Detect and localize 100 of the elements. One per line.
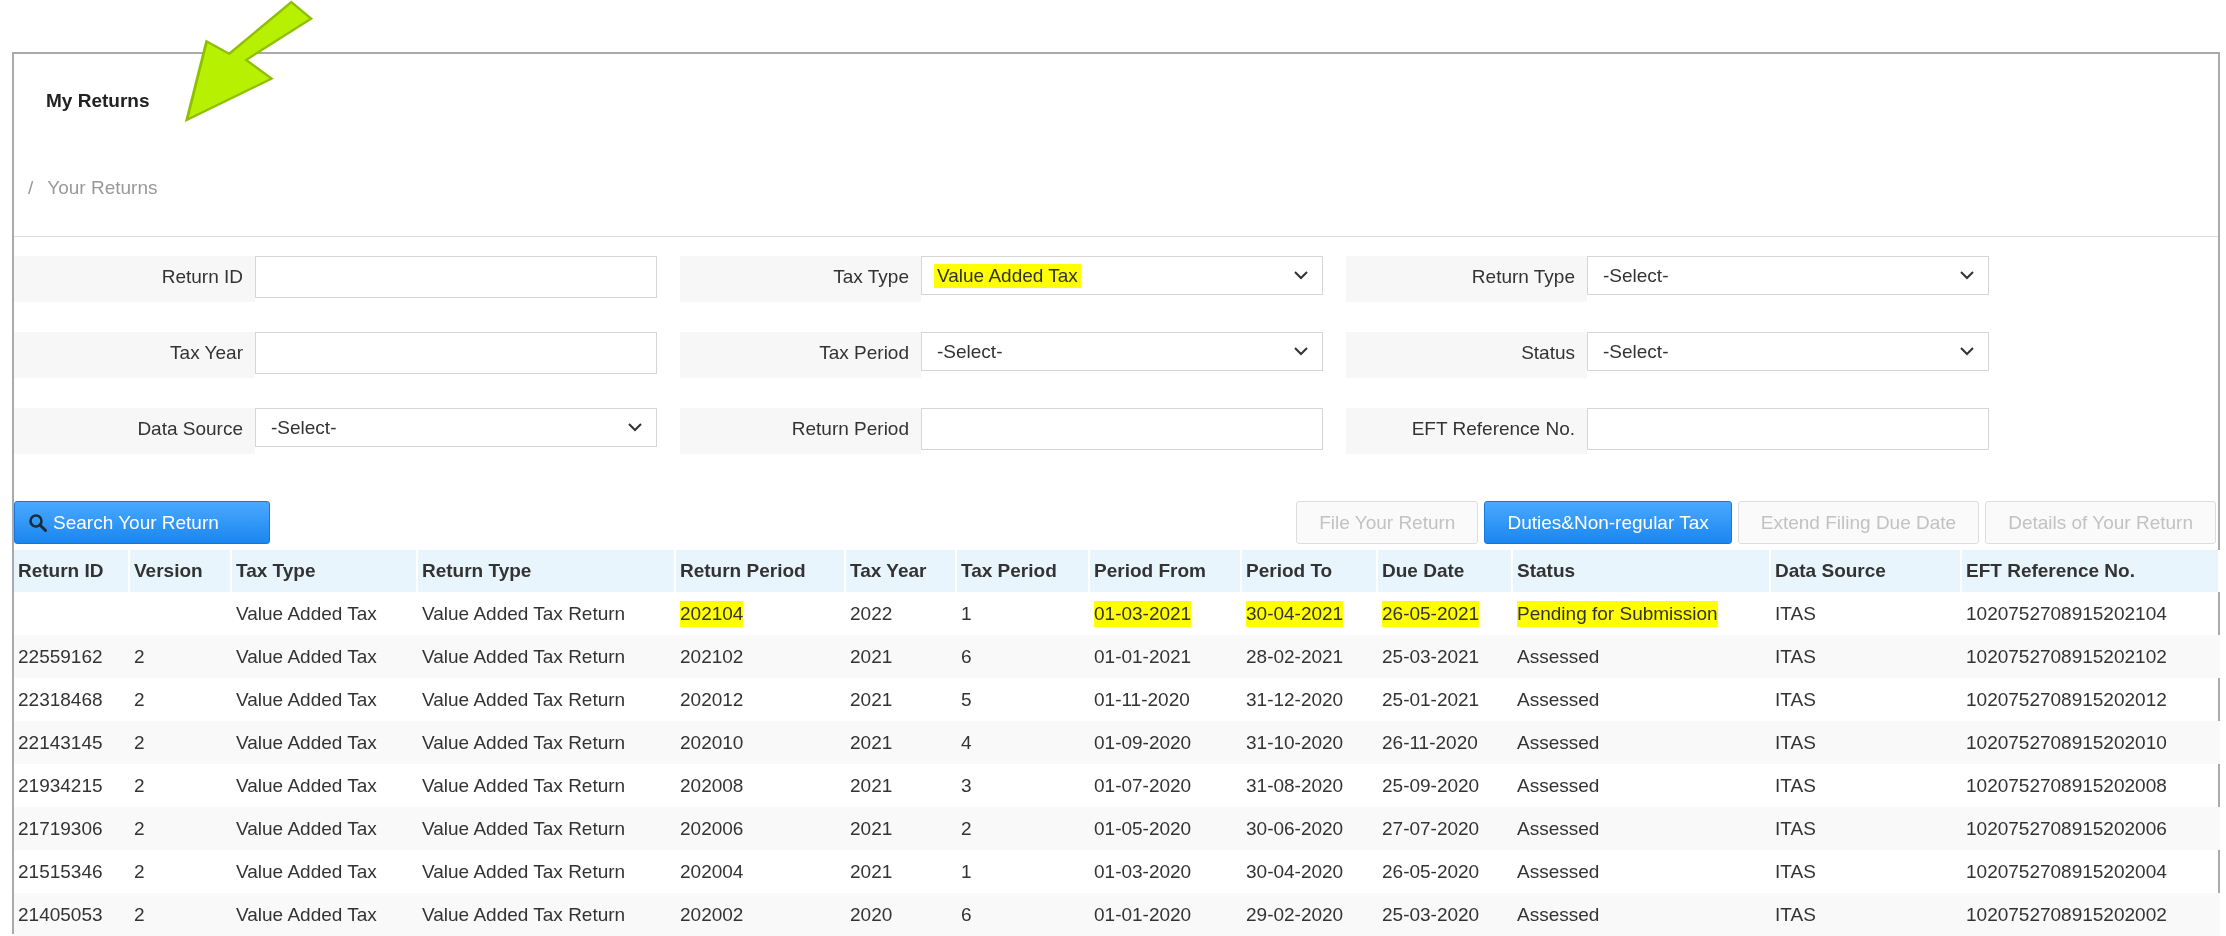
table-cell: 3 — [961, 774, 972, 797]
column-header: Return Type — [418, 550, 676, 592]
table-cell: 22559162 — [18, 645, 103, 668]
table-cell: Assessed — [1517, 860, 1600, 883]
table-cell: ITAS — [1775, 817, 1816, 840]
dropdown-field[interactable]: -Select- — [921, 332, 1323, 371]
table-cell: 202004 — [680, 860, 744, 883]
table-cell: 202104 — [680, 600, 744, 627]
dropdown-field[interactable]: -Select- — [1587, 256, 1989, 295]
table-cell: ITAS — [1775, 860, 1816, 883]
table-cell: ITAS — [1775, 731, 1816, 754]
table-cell: 21405053 — [18, 903, 103, 926]
table-cell: 21719306 — [18, 817, 103, 840]
column-header: Due Date — [1378, 550, 1513, 592]
table-cell: 6 — [961, 903, 972, 926]
table-cell: 30-06-2020 — [1246, 817, 1344, 840]
table-cell: 2 — [134, 688, 145, 711]
table-cell: Value Added Tax — [236, 817, 377, 840]
dropdown-field[interactable]: -Select- — [1587, 332, 1989, 371]
table-cell: 1020752708915202002 — [1966, 903, 2167, 926]
table-cell: 25-03-2020 — [1382, 903, 1480, 926]
table-cell: 1 — [961, 602, 972, 625]
field-label: Tax Type — [680, 256, 921, 302]
column-header: Period From — [1090, 550, 1242, 592]
table-cell: 6 — [961, 645, 972, 668]
table-cell: Value Added Tax Return — [422, 602, 626, 625]
column-header: Status — [1513, 550, 1771, 592]
table-cell: 01-01-2020 — [1094, 903, 1192, 926]
table-cell: 25-03-2021 — [1382, 645, 1480, 668]
table-cell: 202010 — [680, 731, 744, 754]
breadcrumb-separator: / — [28, 177, 34, 200]
table-cell: Value Added Tax — [236, 903, 377, 926]
table-cell: 202006 — [680, 817, 744, 840]
field-label: Return Type — [1346, 256, 1587, 302]
table-cell: 2 — [134, 903, 145, 926]
page-title: My Returns — [45, 89, 150, 111]
table-cell: 2 — [134, 817, 145, 840]
table-cell: Value Added Tax — [236, 731, 377, 754]
action-button[interactable]: Duties&Non-regular Tax — [1484, 501, 1732, 544]
table-cell: ITAS — [1775, 774, 1816, 797]
table-cell: ITAS — [1775, 602, 1816, 625]
table-cell: 2 — [134, 860, 145, 883]
table-cell: 1020752708915202102 — [1966, 645, 2167, 668]
table-cell: 4 — [961, 731, 972, 754]
field-label: EFT Reference No. — [1346, 408, 1587, 454]
chevron-down-icon — [1294, 271, 1308, 280]
column-header: Return Period — [676, 550, 846, 592]
input-field[interactable] — [1587, 408, 1989, 450]
table-cell: 22143145 — [18, 731, 103, 754]
table-cell: Value Added Tax — [236, 774, 377, 797]
chevron-down-icon — [1294, 347, 1308, 356]
table-cell: Value Added Tax Return — [422, 774, 626, 797]
dropdown-field[interactable]: -Select- — [255, 408, 657, 447]
table-cell: 1 — [961, 860, 972, 883]
table-cell: Assessed — [1517, 774, 1600, 797]
chevron-down-icon — [1960, 347, 1974, 356]
table-cell: 21934215 — [18, 774, 103, 797]
table-cell: 2021 — [850, 731, 893, 754]
search-icon — [29, 513, 47, 532]
breadcrumb-item[interactable]: Your Returns — [47, 177, 158, 201]
table-cell: 202012 — [680, 688, 744, 711]
table-cell: Value Added Tax — [236, 688, 377, 711]
table-cell: 2021 — [850, 688, 893, 711]
column-header: Tax Type — [232, 550, 418, 592]
table-cell: 2020 — [850, 903, 893, 926]
table-cell: 21515346 — [18, 860, 103, 883]
table-cell: 27-07-2020 — [1382, 817, 1480, 840]
field-label: Return Period — [680, 408, 921, 454]
table-cell: 31-08-2020 — [1246, 774, 1344, 797]
column-header: Tax Year — [846, 550, 957, 592]
table-cell: 2 — [134, 774, 145, 797]
input-field[interactable] — [255, 256, 657, 298]
table-cell: 28-02-2021 — [1246, 645, 1344, 668]
input-field[interactable] — [255, 332, 657, 374]
table-cell: 2 — [134, 731, 145, 754]
column-header: Version — [130, 550, 232, 592]
column-header: Tax Period — [957, 550, 1090, 592]
chevron-down-icon — [1960, 271, 1974, 280]
table-cell: Pending for Submission — [1517, 600, 1718, 627]
search-button[interactable]: Search Your Return — [14, 501, 270, 544]
table-cell: 202102 — [680, 645, 744, 668]
column-header: Data Source — [1771, 550, 1962, 592]
table-cell: 01-03-2020 — [1094, 860, 1192, 883]
table-cell: Value Added Tax Return — [422, 731, 626, 754]
table-cell: 1020752708915202010 — [1966, 731, 2167, 754]
table-cell: ITAS — [1775, 645, 1816, 668]
field-label: Tax Period — [680, 332, 921, 378]
table-cell: ITAS — [1775, 688, 1816, 711]
table-cell: Assessed — [1517, 688, 1600, 711]
table-cell: 29-02-2020 — [1246, 903, 1344, 926]
table-cell: 25-01-2021 — [1382, 688, 1480, 711]
field-label: Status — [1346, 332, 1587, 378]
dropdown-field[interactable]: Value Added Tax — [921, 256, 1323, 295]
table-cell: 2022 — [850, 602, 893, 625]
field-label: Return ID — [14, 256, 255, 302]
table-cell: 26-05-2020 — [1382, 860, 1480, 883]
table-cell: Assessed — [1517, 903, 1600, 926]
input-field[interactable] — [921, 408, 1323, 450]
column-header: EFT Reference No. — [1962, 550, 2220, 592]
table-cell: 01-05-2020 — [1094, 817, 1192, 840]
